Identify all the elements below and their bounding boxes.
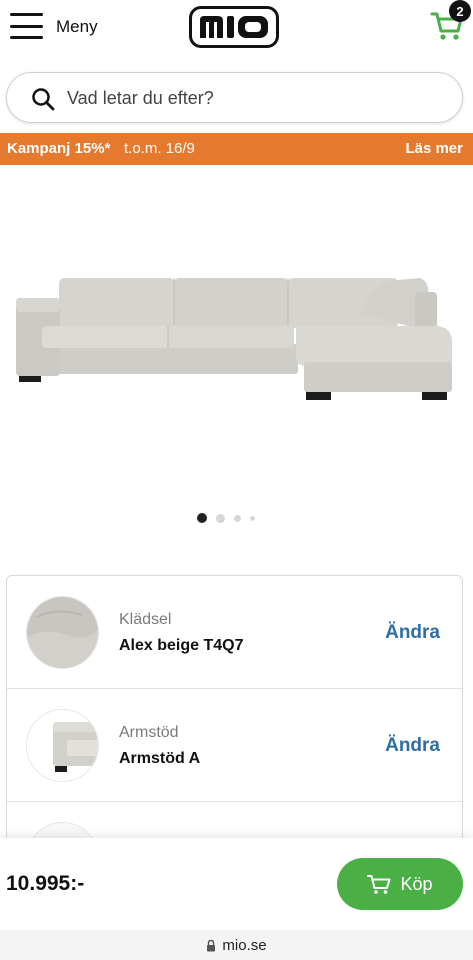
- carousel-dot-3[interactable]: [234, 514, 241, 522]
- search-input[interactable]: [67, 83, 427, 113]
- promo-banner[interactable]: Kampanj 15%* t.o.m. 16/9 Läs mer: [0, 133, 473, 165]
- cart-icon: [367, 875, 391, 894]
- change-armrest-button[interactable]: Ändra: [385, 735, 440, 757]
- search-icon[interactable]: [31, 87, 55, 111]
- read-more-link[interactable]: Läs mer: [405, 140, 463, 157]
- promo-title: Kampanj 15%*: [7, 140, 111, 157]
- buy-button[interactable]: Köp: [337, 858, 463, 910]
- lock-icon: [207, 939, 216, 951]
- url-text: mio.se: [222, 936, 267, 954]
- option-value: Armstöd A: [119, 750, 201, 767]
- option-row-upholstery[interactable]: Klädsel Alex beige T4Q7 Ändra: [7, 576, 462, 689]
- option-row-armrest[interactable]: Armstöd Armstöd A Ändra: [7, 689, 462, 802]
- cart-count-badge[interactable]: 2: [449, 0, 471, 22]
- product-image[interactable]: [0, 166, 473, 500]
- menu-label[interactable]: Meny: [56, 17, 98, 37]
- mio-logo-wordmark: [200, 16, 268, 38]
- fabric-swatch-image: [27, 597, 98, 668]
- option-value: Alex beige T4Q7: [119, 637, 244, 654]
- promo-date: t.o.m. 16/9: [124, 140, 195, 157]
- option-label: Armstöd: [119, 724, 179, 741]
- mio-logo[interactable]: [189, 6, 279, 48]
- buy-bar: 10.995:- Köp: [0, 838, 473, 930]
- corner-sofa-image: [16, 278, 452, 400]
- buy-button-label: Köp: [400, 873, 433, 894]
- product-options-list: Klädsel Alex beige T4Q7 Ändra Armstöd Ar…: [6, 575, 463, 875]
- fabric-swatch-thumbnail: [26, 596, 99, 669]
- change-upholstery-button[interactable]: Ändra: [385, 622, 440, 644]
- option-label: Klädsel: [119, 611, 172, 628]
- carousel-dot-1[interactable]: [197, 513, 207, 523]
- armrest-thumbnail: [26, 709, 99, 782]
- search-bar[interactable]: [6, 72, 463, 123]
- hamburger-menu-icon[interactable]: [10, 13, 43, 39]
- product-price: 10.995:-: [6, 872, 85, 895]
- carousel-dot-2[interactable]: [216, 513, 225, 523]
- header: Meny 2: [0, 0, 473, 62]
- image-carousel-dots[interactable]: [197, 513, 255, 523]
- carousel-dot-4[interactable]: [250, 515, 255, 521]
- browser-url-bar[interactable]: mio.se: [0, 930, 473, 960]
- armrest-image: [27, 710, 98, 781]
